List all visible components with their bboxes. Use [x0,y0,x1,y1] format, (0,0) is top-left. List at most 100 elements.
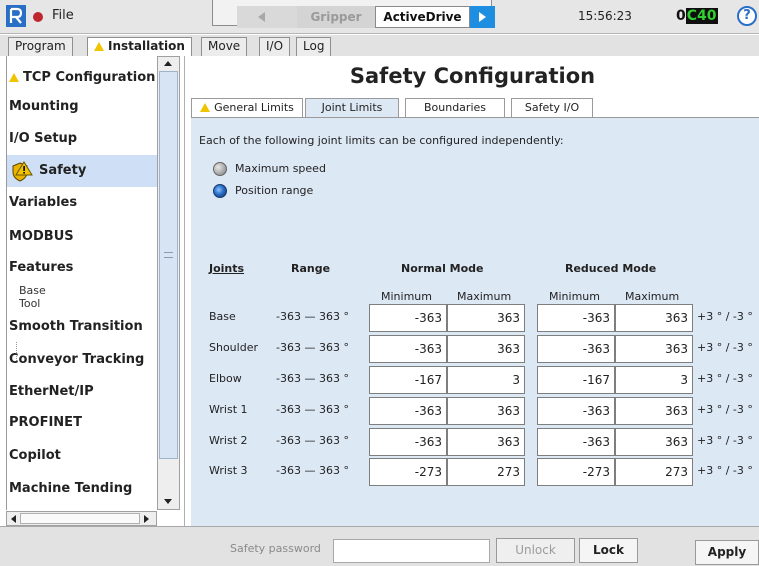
normal-max-input[interactable]: 363 [447,428,525,456]
row-joint-name: Base [209,310,236,323]
subtab-joint-limits[interactable]: Joint Limits [305,98,399,117]
sidebar-item-safety[interactable]: Safety [7,155,158,187]
tab-program[interactable]: Program [8,37,73,56]
scroll-up-arrow-icon[interactable] [158,57,179,71]
radio-position-range[interactable] [213,184,227,198]
normal-max-input[interactable]: 363 [447,397,525,425]
sidebar-item-ethernet-ip[interactable]: EtherNet/IP [7,376,158,408]
intro-text: Each of the following joint limits can b… [199,134,564,147]
row-tolerance: +3 ° / -3 ° [697,341,753,354]
row-tolerance: +3 ° / -3 ° [697,403,753,416]
previous-node-button[interactable] [237,6,297,28]
page-title: Safety Configuration [349,64,596,88]
subtab-general-limits[interactable]: General Limits [191,98,303,117]
subheader-normal-maximum: Maximum [457,290,512,303]
row-joint-range: -363 — 363 ° [276,434,349,447]
lock-button[interactable]: Lock [579,538,638,563]
row-tolerance: +3 ° / -3 ° [697,372,753,385]
normal-min-input[interactable]: -363 [369,397,447,425]
file-menu-icon[interactable] [33,12,43,22]
sidebar-item-variables[interactable]: Variables [7,187,158,219]
sidebar-item-conveyor-tracking[interactable]: Conveyor Tracking [7,344,158,376]
sidebar-subitem-tool[interactable]: Tool [19,297,40,310]
sidebar-subitem-base[interactable]: Base [19,284,46,297]
warning-icon [200,103,211,112]
file-menu[interactable]: File [52,8,74,23]
radio-label-maximum-speed[interactable]: Maximum speed [235,162,326,175]
subtab-safety-io[interactable]: Safety I/O [511,98,593,117]
current-node-tab[interactable]: ActiveDrive [375,6,470,28]
sidebar-item-features[interactable]: Features [7,252,158,284]
header-normal-mode: Normal Mode [401,262,484,275]
header-range: Range [291,262,331,275]
reduced-min-input[interactable]: -167 [537,366,615,394]
row-joint-name: Wrist 2 [209,434,248,447]
reduced-max-input[interactable]: 363 [615,428,693,456]
scroll-down-arrow-icon[interactable] [158,495,179,509]
ur-logo-icon [6,5,26,27]
normal-min-input[interactable]: -363 [369,304,447,332]
help-icon[interactable]: ? [737,6,757,26]
top-bar: File Gripper ActiveDrive 15:56:23 0C40 ? [0,0,759,34]
next-node-button[interactable] [470,6,495,28]
bottom-bar: Safety password Unlock Lock Apply [0,526,759,566]
row-joint-name: Wrist 1 [209,403,248,416]
normal-max-input[interactable]: 3 [447,366,525,394]
tab-installation[interactable]: Installation [87,37,192,57]
normal-max-input[interactable]: 363 [447,335,525,363]
safety-password-label: Safety password [230,542,321,555]
normal-min-input[interactable]: -167 [369,366,447,394]
reduced-min-input[interactable]: -363 [537,335,615,363]
tab-move[interactable]: Move [201,37,248,56]
reduced-max-input[interactable]: 273 [615,458,693,486]
normal-max-input[interactable]: 363 [447,304,525,332]
warning-icon [9,73,19,82]
reduced-max-input[interactable]: 3 [615,366,693,394]
sidebar-item-copilot[interactable]: Copilot [7,440,158,472]
sidebar-item-io-setup[interactable]: I/O Setup [7,123,158,155]
sidebar-horizontal-scrollbar[interactable] [6,511,157,526]
radio-maximum-speed[interactable] [213,162,227,176]
installation-sidebar: TCP Configuration Mounting I/O Setup Saf… [6,56,158,510]
reduced-min-input[interactable]: -273 [537,458,615,486]
row-joint-range: -363 — 363 ° [276,464,349,477]
reduced-min-input[interactable]: -363 [537,304,615,332]
scrollbar-thumb[interactable] [159,71,178,459]
sidebar-item-machine-tending[interactable]: Machine Tending [7,473,158,505]
row-joint-name: Shoulder [209,341,258,354]
normal-max-input[interactable]: 273 [447,458,525,486]
reduced-max-input[interactable]: 363 [615,304,693,332]
sidebar-vertical-scrollbar[interactable] [157,56,180,510]
sidebar-item-mounting[interactable]: Mounting [7,91,158,123]
row-joint-name: Elbow [209,372,242,385]
safety-password-input[interactable] [333,539,490,563]
tab-io[interactable]: I/O [259,37,291,56]
tab-log[interactable]: Log [296,37,332,56]
row-joint-range: -363 — 363 ° [276,310,349,323]
normal-min-input[interactable]: -363 [369,428,447,456]
normal-min-input[interactable]: -363 [369,335,447,363]
subheader-reduced-minimum: Minimum [549,290,600,303]
previous-node-tab[interactable]: Gripper [297,6,375,28]
header-joints: Joints [209,262,245,275]
subtab-boundaries[interactable]: Boundaries [405,98,505,117]
reduced-max-input[interactable]: 363 [615,335,693,363]
apply-button[interactable]: Apply [695,540,759,565]
row-joint-range: -363 — 363 ° [276,403,349,416]
row-joint-range: -363 — 363 ° [276,372,349,385]
app-window: File Gripper ActiveDrive 15:56:23 0C40 ?… [0,0,759,566]
sidebar-item-modbus[interactable]: MODBUS [7,221,158,253]
header-reduced-mode: Reduced Mode [565,262,657,275]
sidebar-item-smooth-transition[interactable]: Smooth Transition [7,311,158,343]
radio-label-position-range[interactable]: Position range [235,184,313,197]
scrollbar-thumb[interactable] [20,513,140,524]
row-tolerance: +3 ° / -3 ° [697,310,753,323]
reduced-max-input[interactable]: 363 [615,397,693,425]
normal-min-input[interactable]: -273 [369,458,447,486]
unlock-button[interactable]: Unlock [496,538,575,563]
reduced-min-input[interactable]: -363 [537,428,615,456]
sidebar-item-profinet[interactable]: PROFINET [7,407,158,439]
sidebar-item-tcp-configuration[interactable]: TCP Configuration [7,62,158,94]
reduced-min-input[interactable]: -363 [537,397,615,425]
clock: 15:56:23 [578,9,632,23]
